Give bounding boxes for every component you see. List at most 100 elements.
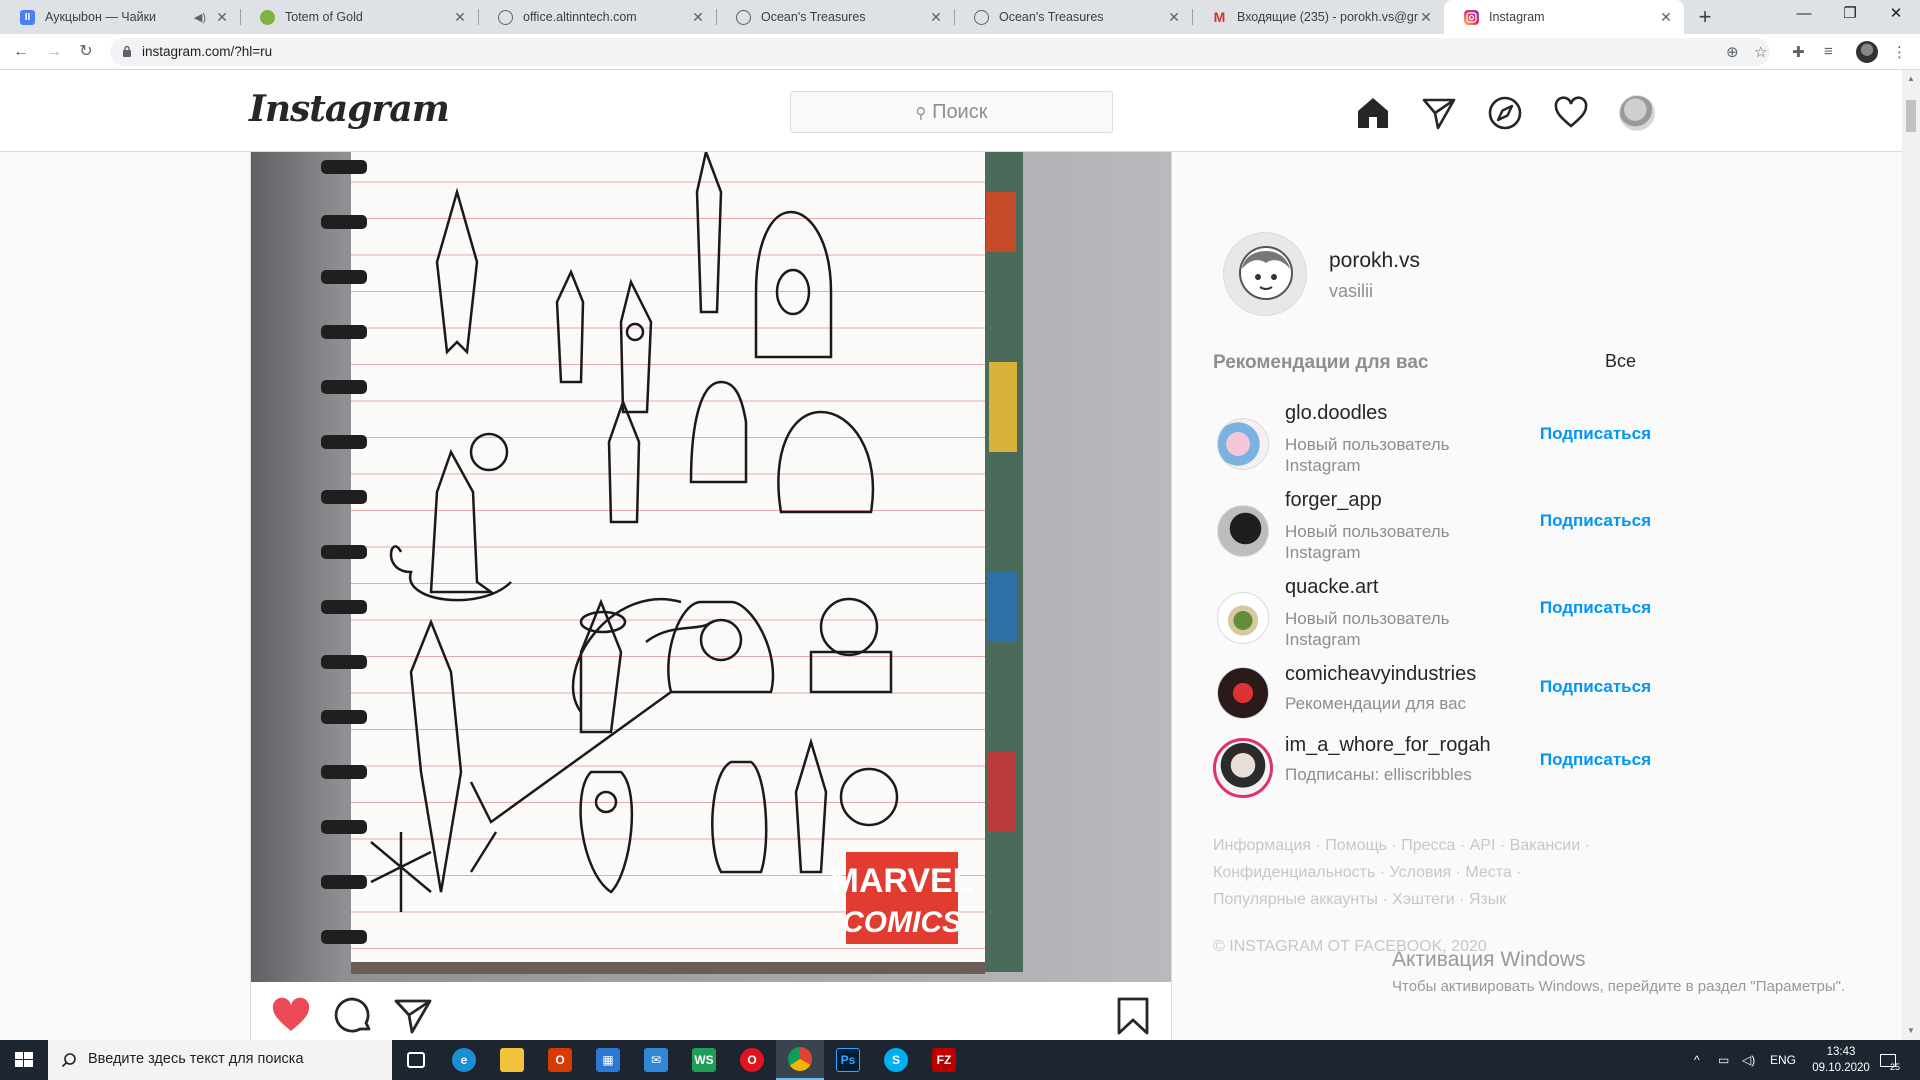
follow-button[interactable]: Подписаться [1540,511,1651,531]
my-username[interactable]: porokh.vs [1329,249,1420,273]
taskbar-app-edge[interactable]: e [440,1040,488,1080]
footer-link[interactable]: Конфиденциальность [1213,864,1375,881]
network-icon[interactable]: ▭ [1718,1040,1729,1080]
close-tab-icon[interactable]: ✕ [1418,9,1434,26]
minimize-button[interactable]: — [1780,0,1828,30]
taskbar-search-input[interactable]: Введите здесь текст для поиска [48,1040,392,1080]
suggestion-avatar[interactable] [1217,592,1269,644]
browser-tab[interactable]: Ocean's Treasures ✕ [716,0,954,34]
media-control-icon[interactable]: ≡ [1824,43,1833,60]
action-center-button[interactable]: 25 [1880,1040,1900,1080]
taskbar-app-photoshop[interactable]: Ps [824,1040,872,1080]
suggestion-username[interactable]: forger_app [1285,489,1382,512]
suggestion-avatar[interactable] [1217,418,1269,470]
back-button[interactable]: ← [9,40,33,64]
chrome-menu-icon[interactable]: ⋮ [1892,43,1907,61]
lock-icon[interactable] [122,45,132,57]
scroll-up-arrow[interactable]: ▲ [1907,74,1915,83]
browser-tab[interactable]: Totem of Gold ✕ [240,0,478,34]
explore-icon[interactable] [1487,95,1523,131]
system-clock[interactable]: 13:43 09.10.2020 [1806,1044,1876,1076]
close-tab-icon[interactable]: ✕ [452,9,468,26]
browser-tab[interactable]: office.altinntech.com ✕ [478,0,716,34]
url-text[interactable]: instagram.com/?hl=ru [142,44,272,59]
browser-tab[interactable]: M Входящие (235) - porokh.vs@gm ✕ [1192,0,1444,34]
suggestion-username[interactable]: quacke.art [1285,576,1378,599]
speaker-icon[interactable]: ◀) [194,11,206,24]
close-window-button[interactable]: ✕ [1872,0,1920,30]
close-tab-icon[interactable]: ✕ [1166,9,1182,26]
taskbar-app-mail[interactable]: ✉ [632,1040,680,1080]
taskbar-app-store[interactable]: ▦ [584,1040,632,1080]
footer-link[interactable]: Пресса [1401,837,1455,854]
reload-button[interactable]: ↻ [74,40,98,64]
save-bookmark-icon[interactable] [1113,996,1153,1036]
footer-link[interactable]: Хэштеги [1392,891,1455,908]
footer-link[interactable]: Вакансии [1510,837,1581,854]
address-bar[interactable]: instagram.com/?hl=ru ⊕ ☆ [110,38,1770,66]
browser-tab[interactable]: Ocean's Treasures ✕ [954,0,1192,34]
follow-button[interactable]: Подписаться [1540,677,1651,697]
instagram-logo[interactable]: Instagram [249,88,450,130]
follow-button[interactable]: Подписаться [1540,598,1651,618]
taskbar-app-opera[interactable]: O [728,1040,776,1080]
task-view-button[interactable] [392,1040,440,1080]
comment-icon[interactable] [333,996,373,1036]
post-image[interactable]: MARVEL COMICS [250,152,1172,982]
scroll-down-arrow[interactable]: ▼ [1907,1026,1915,1035]
taskbar-app-explorer[interactable] [488,1040,536,1080]
follow-button[interactable]: Подписаться [1540,424,1651,444]
taskbar-search-placeholder: Введите здесь текст для поиска [88,1051,304,1067]
close-tab-icon[interactable]: ✕ [690,9,706,26]
suggestion-avatar-story[interactable] [1213,738,1273,798]
browser-tab[interactable]: II Аукцыbон — Чайки ◀) ✕ [0,0,240,34]
follow-button[interactable]: Подписаться [1540,750,1651,770]
forward-button[interactable]: → [42,40,66,64]
restore-button[interactable]: ❐ [1826,0,1874,30]
share-icon[interactable] [393,996,433,1036]
footer-links: Информация · Помощь · Пресса · API · Вак… [1213,837,1590,908]
suggestion-username[interactable]: comicheavyindustries [1285,663,1476,686]
volume-icon[interactable]: ◁) [1742,1040,1755,1080]
taskbar-app-webstorm[interactable]: WS [680,1040,728,1080]
input-language[interactable]: ENG [1770,1040,1796,1080]
extensions-icon[interactable]: ✚ [1792,43,1805,61]
suggestion-username[interactable]: glo.doodles [1285,402,1387,425]
browser-tab-active[interactable]: Instagram ✕ [1444,0,1684,34]
notification-count: 25 [1890,1062,1901,1072]
footer-link[interactable]: API [1470,837,1496,854]
bookmark-star-icon[interactable]: ☆ [1754,43,1767,61]
like-heart-icon[interactable] [271,996,311,1036]
taskbar-app-skype[interactable]: S [872,1040,920,1080]
see-all-link[interactable]: Все [1605,351,1636,372]
globe-icon [974,9,989,25]
profile-avatar[interactable] [1619,95,1655,131]
tray-chevron-icon[interactable]: ^ [1694,1040,1700,1080]
suggestion-avatar[interactable] [1217,505,1269,557]
footer-link[interactable]: Условия [1390,864,1452,881]
footer-link[interactable]: Места [1465,864,1511,881]
scrollbar-thumb[interactable] [1906,100,1916,132]
direct-icon[interactable] [1421,95,1457,131]
close-tab-icon[interactable]: ✕ [928,9,944,26]
close-tab-icon[interactable]: ✕ [1658,9,1674,26]
footer-link[interactable]: Популярные аккаунты [1213,891,1378,908]
taskbar-app-office[interactable]: O [536,1040,584,1080]
suggestion-avatar[interactable] [1217,667,1269,719]
my-avatar[interactable] [1223,232,1307,316]
page-scrollbar[interactable]: ▲ ▼ [1902,70,1920,1040]
footer-link[interactable]: Язык [1469,891,1506,908]
suggestion-username[interactable]: im_a_whore_for_rogah [1285,734,1491,757]
close-tab-icon[interactable]: ✕ [214,9,230,26]
search-input[interactable]: ⚲ Поиск [790,91,1113,133]
footer-link[interactable]: Помощь [1325,837,1387,854]
taskbar-app-filezilla[interactable]: FZ [920,1040,968,1080]
chrome-profile-avatar[interactable] [1856,41,1878,63]
new-tab-button[interactable]: + [1692,4,1718,30]
activity-heart-icon[interactable] [1553,95,1589,131]
footer-link[interactable]: Информация [1213,837,1311,854]
windows-start-icon[interactable] [0,1040,48,1080]
taskbar-app-chrome[interactable] [776,1040,824,1080]
home-icon[interactable] [1355,95,1391,131]
zoom-icon[interactable]: ⊕ [1726,43,1739,61]
